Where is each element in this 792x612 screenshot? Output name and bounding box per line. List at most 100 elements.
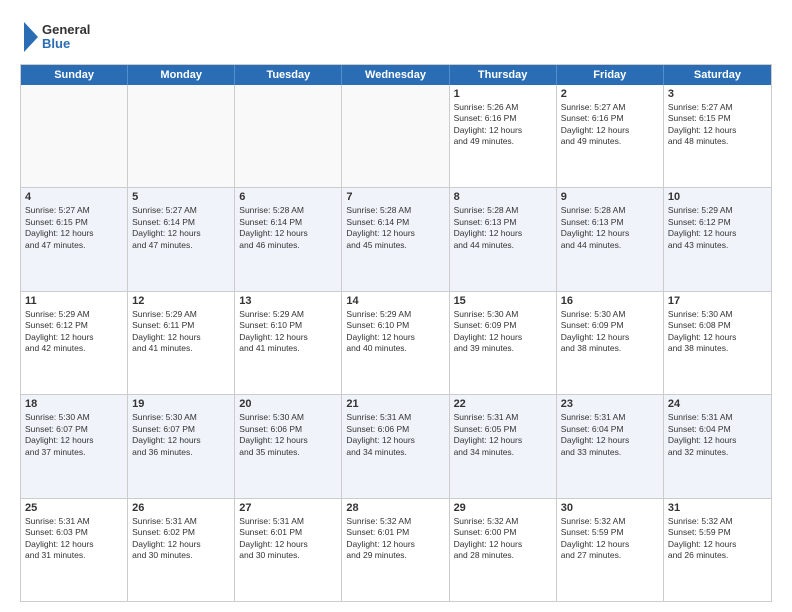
day-info: Sunrise: 5:26 AM Sunset: 6:16 PM Dayligh… bbox=[454, 102, 552, 148]
day-info: Sunrise: 5:28 AM Sunset: 6:14 PM Dayligh… bbox=[239, 205, 337, 251]
day-info: Sunrise: 5:31 AM Sunset: 6:05 PM Dayligh… bbox=[454, 412, 552, 458]
cal-cell: 16 Sunrise: 5:30 AM Sunset: 6:09 PM Dayli… bbox=[557, 292, 664, 394]
cal-header-tuesday: Tuesday bbox=[235, 65, 342, 85]
day-info: Sunrise: 5:28 AM Sunset: 6:13 PM Dayligh… bbox=[454, 205, 552, 251]
day-info: Sunrise: 5:32 AM Sunset: 6:00 PM Dayligh… bbox=[454, 516, 552, 562]
day-number: 21 bbox=[346, 398, 444, 410]
cal-cell: 20 Sunrise: 5:30 AM Sunset: 6:06 PM Dayli… bbox=[235, 395, 342, 497]
cal-cell: 13Sunrise: 5:29 AM Sunset: 6:10 PM Dayli… bbox=[235, 292, 342, 394]
day-info: Sunrise: 5:31 AM Sunset: 6:04 PM Dayligh… bbox=[561, 412, 659, 458]
day-info: Sunrise: 5:30 AM Sunset: 6:08 PM Dayligh… bbox=[668, 309, 767, 355]
day-number: 20 bbox=[239, 398, 337, 410]
cal-cell: 18 Sunrise: 5:30 AM Sunset: 6:07 PM Dayli… bbox=[21, 395, 128, 497]
day-number: 5 bbox=[132, 191, 230, 203]
cal-cell: 10 Sunrise: 5:29 AM Sunset: 6:12 PM Dayli… bbox=[664, 188, 771, 290]
cal-cell: 17 Sunrise: 5:30 AM Sunset: 6:08 PM Dayli… bbox=[664, 292, 771, 394]
cal-cell bbox=[21, 85, 128, 187]
cal-cell bbox=[128, 85, 235, 187]
cal-header-monday: Monday bbox=[128, 65, 235, 85]
cal-header-sunday: Sunday bbox=[21, 65, 128, 85]
day-number: 4 bbox=[25, 191, 123, 203]
day-number: 18 bbox=[25, 398, 123, 410]
day-info: Sunrise: 5:29 AM Sunset: 6:10 PM Dayligh… bbox=[239, 309, 337, 355]
cal-cell: 31 Sunrise: 5:32 AM Sunset: 5:59 PM Dayli… bbox=[664, 499, 771, 601]
day-info: Sunrise: 5:31 AM Sunset: 6:01 PM Dayligh… bbox=[239, 516, 337, 562]
day-info: Sunrise: 5:28 AM Sunset: 6:13 PM Dayligh… bbox=[561, 205, 659, 251]
day-info: Sunrise: 5:29 AM Sunset: 6:12 PM Dayligh… bbox=[25, 309, 123, 355]
day-number: 11 bbox=[25, 295, 123, 307]
cal-cell: 2 Sunrise: 5:27 AM Sunset: 6:16 PM Daylig… bbox=[557, 85, 664, 187]
day-info: Sunrise: 5:29 AM Sunset: 6:11 PM Dayligh… bbox=[132, 309, 230, 355]
cal-cell: 9 Sunrise: 5:28 AM Sunset: 6:13 PM Daylig… bbox=[557, 188, 664, 290]
cal-cell: 1Sunrise: 5:26 AM Sunset: 6:16 PM Daylig… bbox=[450, 85, 557, 187]
day-number: 29 bbox=[454, 502, 552, 514]
day-info: Sunrise: 5:27 AM Sunset: 6:15 PM Dayligh… bbox=[668, 102, 767, 148]
day-number: 10 bbox=[668, 191, 767, 203]
cal-week-5: 25 Sunrise: 5:31 AM Sunset: 6:03 PM Dayli… bbox=[21, 499, 771, 601]
day-info: Sunrise: 5:30 AM Sunset: 6:09 PM Dayligh… bbox=[561, 309, 659, 355]
cal-header-friday: Friday bbox=[557, 65, 664, 85]
cal-cell: 8 Sunrise: 5:28 AM Sunset: 6:13 PM Daylig… bbox=[450, 188, 557, 290]
cal-cell: 14Sunrise: 5:29 AM Sunset: 6:10 PM Dayli… bbox=[342, 292, 449, 394]
cal-cell: 27 Sunrise: 5:31 AM Sunset: 6:01 PM Dayli… bbox=[235, 499, 342, 601]
cal-cell: 5 Sunrise: 5:27 AM Sunset: 6:14 PM Daylig… bbox=[128, 188, 235, 290]
cal-cell: 29 Sunrise: 5:32 AM Sunset: 6:00 PM Dayli… bbox=[450, 499, 557, 601]
cal-cell: 3 Sunrise: 5:27 AM Sunset: 6:15 PM Daylig… bbox=[664, 85, 771, 187]
calendar: SundayMondayTuesdayWednesdayThursdayFrid… bbox=[20, 64, 772, 602]
cal-week-2: 4Sunrise: 5:27 AM Sunset: 6:15 PM Daylig… bbox=[21, 188, 771, 291]
cal-week-4: 18 Sunrise: 5:30 AM Sunset: 6:07 PM Dayli… bbox=[21, 395, 771, 498]
cal-cell bbox=[342, 85, 449, 187]
day-info: Sunrise: 5:30 AM Sunset: 6:07 PM Dayligh… bbox=[25, 412, 123, 458]
cal-cell: 11 Sunrise: 5:29 AM Sunset: 6:12 PM Dayli… bbox=[21, 292, 128, 394]
cal-cell: 7 Sunrise: 5:28 AM Sunset: 6:14 PM Daylig… bbox=[342, 188, 449, 290]
cal-header-wednesday: Wednesday bbox=[342, 65, 449, 85]
cal-cell: 12 Sunrise: 5:29 AM Sunset: 6:11 PM Dayli… bbox=[128, 292, 235, 394]
day-number: 27 bbox=[239, 502, 337, 514]
day-info: Sunrise: 5:32 AM Sunset: 5:59 PM Dayligh… bbox=[668, 516, 767, 562]
calendar-header-row: SundayMondayTuesdayWednesdayThursdayFrid… bbox=[21, 65, 771, 85]
day-number: 14 bbox=[346, 295, 444, 307]
logo: General Blue bbox=[20, 18, 110, 56]
day-number: 2 bbox=[561, 88, 659, 100]
day-info: Sunrise: 5:30 AM Sunset: 6:06 PM Dayligh… bbox=[239, 412, 337, 458]
day-info: Sunrise: 5:31 AM Sunset: 6:06 PM Dayligh… bbox=[346, 412, 444, 458]
cal-cell: 25 Sunrise: 5:31 AM Sunset: 6:03 PM Dayli… bbox=[21, 499, 128, 601]
day-info: Sunrise: 5:28 AM Sunset: 6:14 PM Dayligh… bbox=[346, 205, 444, 251]
day-number: 26 bbox=[132, 502, 230, 514]
day-number: 3 bbox=[668, 88, 767, 100]
day-number: 19 bbox=[132, 398, 230, 410]
cal-cell: 19 Sunrise: 5:30 AM Sunset: 6:07 PM Dayli… bbox=[128, 395, 235, 497]
day-number: 16 bbox=[561, 295, 659, 307]
day-info: Sunrise: 5:27 AM Sunset: 6:14 PM Dayligh… bbox=[132, 205, 230, 251]
day-info: Sunrise: 5:31 AM Sunset: 6:04 PM Dayligh… bbox=[668, 412, 767, 458]
day-number: 15 bbox=[454, 295, 552, 307]
day-number: 17 bbox=[668, 295, 767, 307]
day-number: 30 bbox=[561, 502, 659, 514]
day-info: Sunrise: 5:30 AM Sunset: 6:07 PM Dayligh… bbox=[132, 412, 230, 458]
day-info: Sunrise: 5:27 AM Sunset: 6:16 PM Dayligh… bbox=[561, 102, 659, 148]
day-info: Sunrise: 5:32 AM Sunset: 5:59 PM Dayligh… bbox=[561, 516, 659, 562]
day-number: 25 bbox=[25, 502, 123, 514]
day-number: 24 bbox=[668, 398, 767, 410]
day-info: Sunrise: 5:31 AM Sunset: 6:03 PM Dayligh… bbox=[25, 516, 123, 562]
day-number: 31 bbox=[668, 502, 767, 514]
day-info: Sunrise: 5:29 AM Sunset: 6:12 PM Dayligh… bbox=[668, 205, 767, 251]
day-info: Sunrise: 5:30 AM Sunset: 6:09 PM Dayligh… bbox=[454, 309, 552, 355]
cal-cell: 28Sunrise: 5:32 AM Sunset: 6:01 PM Dayli… bbox=[342, 499, 449, 601]
cal-cell: 6Sunrise: 5:28 AM Sunset: 6:14 PM Daylig… bbox=[235, 188, 342, 290]
calendar-body: 1Sunrise: 5:26 AM Sunset: 6:16 PM Daylig… bbox=[21, 85, 771, 601]
cal-cell: 23 Sunrise: 5:31 AM Sunset: 6:04 PM Dayli… bbox=[557, 395, 664, 497]
day-number: 9 bbox=[561, 191, 659, 203]
cal-header-thursday: Thursday bbox=[450, 65, 557, 85]
page-header: General Blue bbox=[20, 18, 772, 56]
logo-svg: General Blue bbox=[20, 18, 110, 56]
day-number: 23 bbox=[561, 398, 659, 410]
day-number: 7 bbox=[346, 191, 444, 203]
svg-text:General: General bbox=[42, 22, 90, 37]
day-number: 8 bbox=[454, 191, 552, 203]
cal-week-3: 11 Sunrise: 5:29 AM Sunset: 6:12 PM Dayli… bbox=[21, 292, 771, 395]
day-info: Sunrise: 5:31 AM Sunset: 6:02 PM Dayligh… bbox=[132, 516, 230, 562]
day-number: 22 bbox=[454, 398, 552, 410]
day-number: 12 bbox=[132, 295, 230, 307]
day-info: Sunrise: 5:32 AM Sunset: 6:01 PM Dayligh… bbox=[346, 516, 444, 562]
